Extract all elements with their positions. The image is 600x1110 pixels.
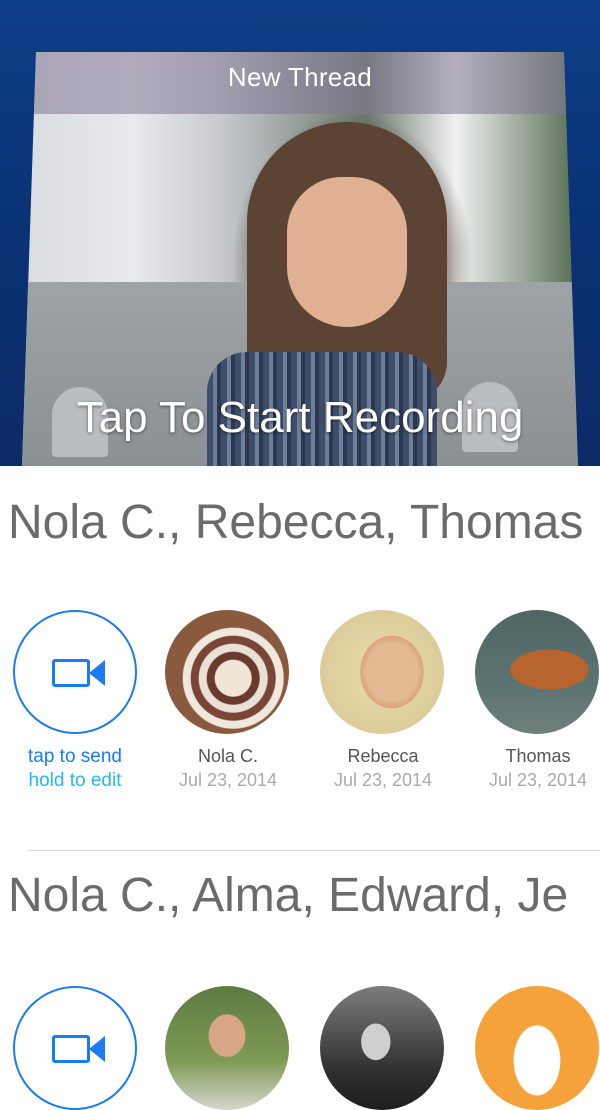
thread-title[interactable]: Nola C., Rebecca, Thomas — [8, 495, 583, 550]
video-camera-icon — [52, 1035, 90, 1063]
participant-name: Thomas — [505, 746, 571, 766]
participant-name: Rebecca — [347, 746, 419, 766]
participant-avatar[interactable] — [165, 986, 289, 1110]
video-camera-icon — [52, 659, 90, 687]
participant-date: Jul 23, 2014 — [178, 770, 278, 790]
participant-date: Jul 23, 2014 — [488, 770, 588, 790]
thread-card: Nola C., Rebecca, Thomas tap to send hol… — [0, 495, 600, 805]
participant-avatar[interactable] — [320, 610, 444, 734]
new-thread-title: New Thread — [227, 62, 373, 92]
participant-avatar[interactable] — [475, 610, 599, 734]
tap-to-send-label: tap to send — [27, 746, 123, 767]
record-reply-button[interactable] — [13, 610, 137, 734]
participant-avatar[interactable] — [475, 986, 599, 1110]
new-thread-hero: New Thread Tap To Start Recording — [0, 0, 600, 466]
thread-divider — [28, 850, 600, 851]
hold-to-edit-label: hold to edit — [28, 770, 122, 791]
participant-avatar[interactable] — [320, 986, 444, 1110]
start-recording-button[interactable]: Tap To Start Recording — [0, 393, 600, 443]
participant-date: Jul 23, 2014 — [333, 770, 433, 790]
participant-avatar[interactable] — [165, 610, 289, 734]
participant-name: Nola C. — [197, 746, 259, 766]
thread-card: Nola C., Alma, Edward, Je — [0, 868, 600, 1110]
video-camera-lens-icon — [89, 1036, 105, 1062]
record-reply-button[interactable] — [13, 986, 137, 1110]
preview-face — [287, 177, 407, 327]
video-camera-lens-icon — [89, 660, 105, 686]
thread-title[interactable]: Nola C., Alma, Edward, Je — [8, 868, 568, 923]
